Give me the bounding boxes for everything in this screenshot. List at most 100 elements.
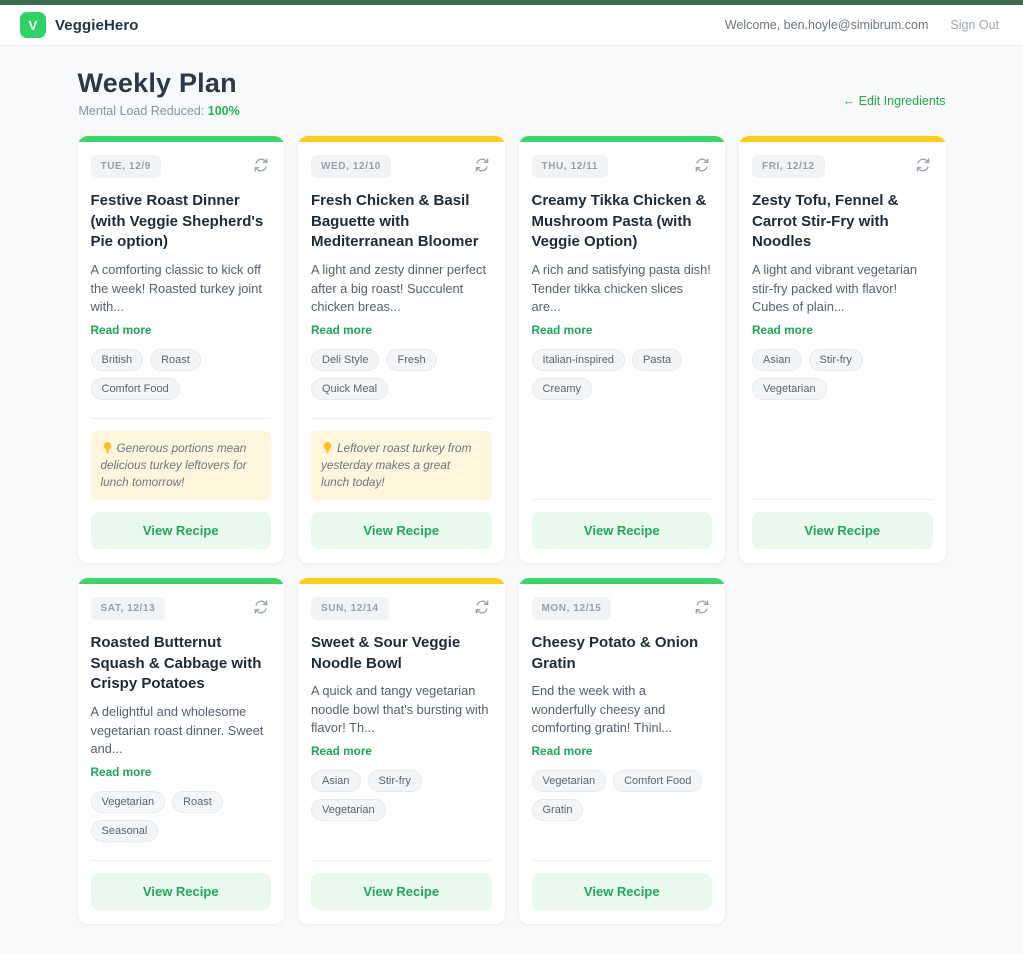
view-recipe-button[interactable]: View Recipe — [311, 873, 492, 910]
recipe-description: End the week with a wonderfully cheesy a… — [532, 682, 713, 738]
view-recipe-button[interactable]: View Recipe — [752, 512, 933, 549]
tag: Stir-fry — [368, 770, 422, 792]
recipe-title: Sweet & Sour Veggie Noodle Bowl — [311, 633, 492, 674]
view-recipe-button[interactable]: View Recipe — [532, 873, 713, 910]
meal-card-sun: SUN, 12/14 Sweet & Sour Veggie Noodle Bo… — [298, 578, 505, 924]
weekly-plan-grid: TUE, 12/9 Festive Roast Dinner (with Veg… — [78, 136, 946, 954]
mental-load-subtitle: Mental Load Reduced: 100% — [79, 104, 240, 118]
refresh-icon[interactable] — [472, 597, 492, 617]
tag: Comfort Food — [91, 378, 180, 400]
meal-card-fri: FRI, 12/12 Zesty Tofu, Fennel & Carrot S… — [739, 136, 946, 563]
recipe-description: A delightful and wholesome vegetarian ro… — [91, 703, 272, 759]
meal-card-mon: MON, 12/15 Cheesy Potato & Onion Gratin … — [519, 578, 726, 924]
tag: Asian — [311, 770, 361, 792]
brand-logo: V — [20, 12, 46, 38]
recipe-description: A light and vibrant vegetarian stir-fry … — [752, 261, 933, 317]
date-badge: SUN, 12/14 — [311, 597, 389, 620]
divider — [311, 418, 492, 419]
tag: British — [91, 349, 144, 371]
recipe-description: A quick and tangy vegetarian noodle bowl… — [311, 682, 492, 738]
tag-list: Asian Stir-fry Vegetarian — [311, 770, 492, 821]
recipe-title: Roasted Butternut Squash & Cabbage with … — [91, 633, 272, 695]
tag: Seasonal — [91, 820, 159, 842]
tag: Stir-fry — [809, 349, 863, 371]
divider — [91, 860, 272, 861]
view-recipe-button[interactable]: View Recipe — [91, 873, 272, 910]
recipe-title: Fresh Chicken & Basil Baguette with Medi… — [311, 191, 492, 253]
view-recipe-button[interactable]: View Recipe — [532, 512, 713, 549]
divider — [752, 499, 933, 500]
refresh-icon[interactable] — [913, 155, 933, 175]
tag: Roast — [172, 791, 223, 813]
refresh-icon[interactable] — [251, 597, 271, 617]
date-badge: THU, 12/11 — [532, 155, 609, 178]
main-content: Weekly Plan Mental Load Reduced: 100% ← … — [78, 46, 946, 954]
refresh-icon[interactable] — [692, 597, 712, 617]
tip-text: Leftover roast turkey from yesterday mak… — [321, 441, 471, 489]
tag: Pasta — [632, 349, 682, 371]
read-more-link[interactable]: Read more — [532, 744, 593, 758]
meal-card-tue: TUE, 12/9 Festive Roast Dinner (with Veg… — [78, 136, 285, 563]
tag: Deli Style — [311, 349, 379, 371]
tag: Italian-inspired — [532, 349, 626, 371]
brand-home-link[interactable]: V VeggieHero — [20, 12, 139, 38]
recipe-title: Cheesy Potato & Onion Gratin — [532, 633, 713, 674]
tag: Fresh — [386, 349, 436, 371]
tip-box: Generous portions mean delicious turkey … — [91, 431, 272, 500]
read-more-link[interactable]: Read more — [311, 323, 372, 337]
refresh-icon[interactable] — [692, 155, 712, 175]
tag: Vegetarian — [532, 770, 607, 792]
page-title: Weekly Plan — [78, 68, 240, 99]
tag: Quick Meal — [311, 378, 388, 400]
tag: Asian — [752, 349, 802, 371]
view-recipe-button[interactable]: View Recipe — [311, 512, 492, 549]
divider — [91, 418, 272, 419]
tag-list: Deli Style Fresh Quick Meal — [311, 349, 492, 400]
meal-card-wed: WED, 12/10 Fresh Chicken & Basil Baguett… — [298, 136, 505, 563]
meal-card-sat: SAT, 12/13 Roasted Butternut Squash & Ca… — [78, 578, 285, 924]
mental-load-value: 100% — [208, 104, 240, 118]
tag: Roast — [150, 349, 201, 371]
read-more-link[interactable]: Read more — [532, 323, 593, 337]
recipe-description: A comforting classic to kick off the wee… — [91, 261, 272, 317]
tag-list: Vegetarian Comfort Food Gratin — [532, 770, 713, 821]
recipe-description: A rich and satisfying pasta dish! Tender… — [532, 261, 713, 317]
read-more-link[interactable]: Read more — [311, 744, 372, 758]
tag-list: British Roast Comfort Food — [91, 349, 272, 400]
date-badge: TUE, 12/9 — [91, 155, 161, 178]
tip-box: Leftover roast turkey from yesterday mak… — [311, 431, 492, 500]
recipe-title: Creamy Tikka Chicken & Mushroom Pasta (w… — [532, 191, 713, 253]
lightbulb-icon — [321, 441, 334, 454]
tip-text: Generous portions mean delicious turkey … — [101, 441, 247, 489]
lightbulb-icon — [101, 441, 114, 454]
view-recipe-button[interactable]: View Recipe — [91, 512, 272, 549]
meal-card-thu: THU, 12/11 Creamy Tikka Chicken & Mushro… — [519, 136, 726, 563]
page-head: Weekly Plan Mental Load Reduced: 100% ← … — [78, 46, 946, 136]
read-more-link[interactable]: Read more — [91, 765, 152, 779]
tag-list: Vegetarian Roast Seasonal — [91, 791, 272, 842]
refresh-icon[interactable] — [472, 155, 492, 175]
date-badge: FRI, 12/12 — [752, 155, 825, 178]
page-head-left: Weekly Plan Mental Load Reduced: 100% — [78, 68, 240, 118]
sign-out-link[interactable]: Sign Out — [950, 18, 999, 32]
app-header: V VeggieHero Welcome, ben.hoyle@simibrum… — [0, 5, 1023, 46]
mental-load-label: Mental Load Reduced: — [79, 104, 205, 118]
tag: Vegetarian — [91, 791, 166, 813]
recipe-title: Festive Roast Dinner (with Veggie Shephe… — [91, 191, 272, 253]
refresh-icon[interactable] — [251, 155, 271, 175]
date-badge: SAT, 12/13 — [91, 597, 166, 620]
date-badge: WED, 12/10 — [311, 155, 391, 178]
edit-ingredients-link[interactable]: ← Edit Ingredients — [843, 94, 946, 108]
divider — [311, 860, 492, 861]
welcome-text: Welcome, ben.hoyle@simibrum.com — [725, 18, 929, 32]
brand-name: VeggieHero — [55, 17, 139, 34]
recipe-title: Zesty Tofu, Fennel & Carrot Stir-Fry wit… — [752, 191, 933, 253]
tag: Comfort Food — [613, 770, 702, 792]
tag-list: Asian Stir-fry Vegetarian — [752, 349, 933, 400]
read-more-link[interactable]: Read more — [752, 323, 813, 337]
date-badge: MON, 12/15 — [532, 597, 612, 620]
tag: Vegetarian — [752, 378, 827, 400]
read-more-link[interactable]: Read more — [91, 323, 152, 337]
tag-list: Italian-inspired Pasta Creamy — [532, 349, 713, 400]
header-right: Welcome, ben.hoyle@simibrum.com Sign Out — [725, 18, 999, 32]
